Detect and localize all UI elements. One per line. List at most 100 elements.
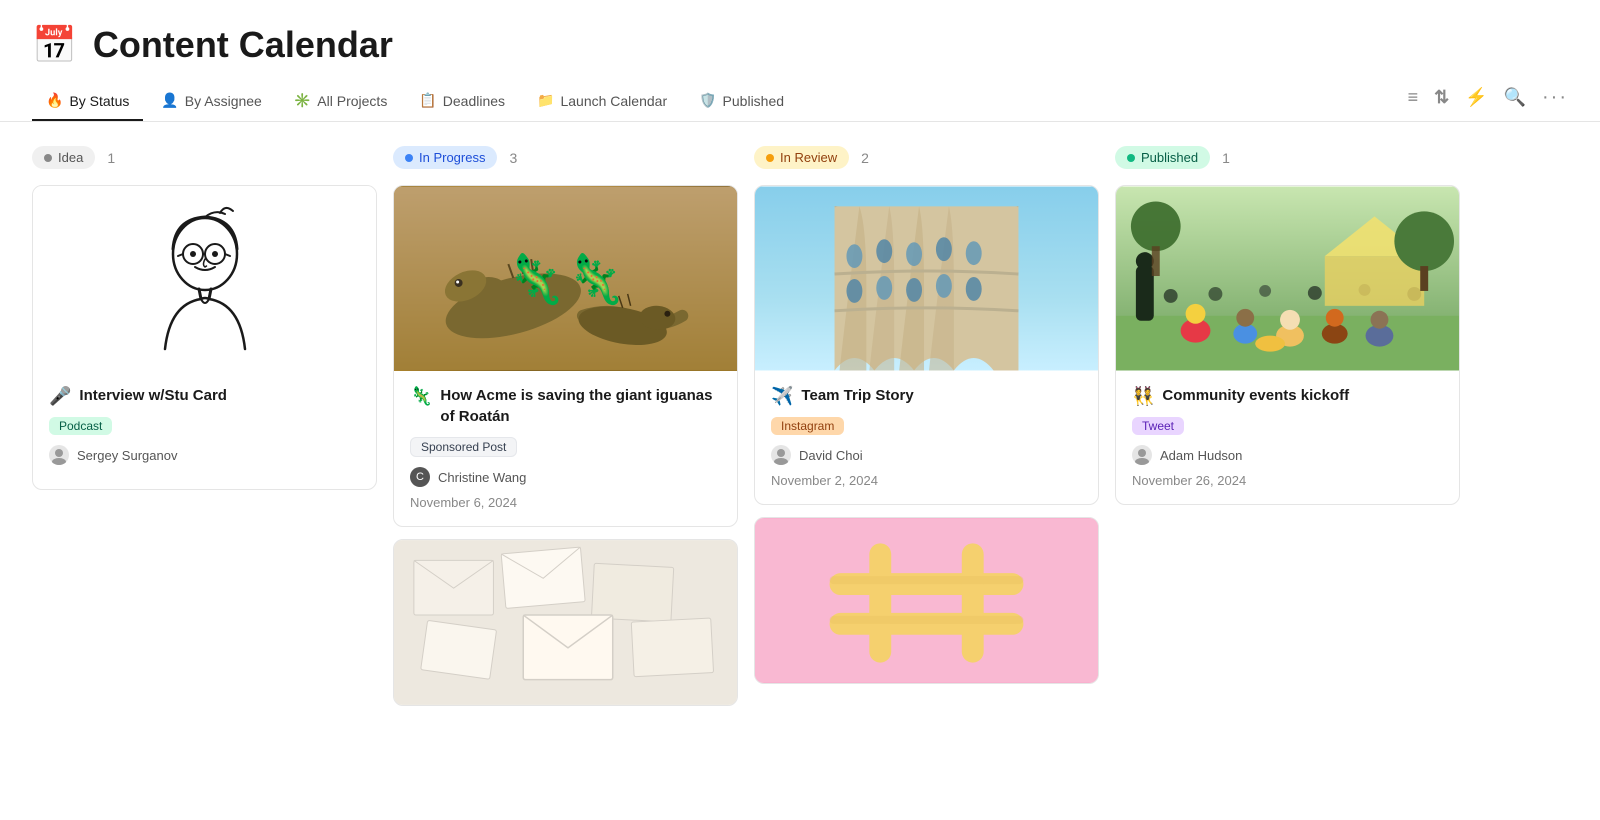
- tab-published[interactable]: 🛡️ Published: [685, 82, 798, 121]
- card-community[interactable]: 👯 Community events kickoff Tweet Adam Hu…: [1115, 185, 1460, 505]
- column-idea: Idea 1: [32, 146, 377, 718]
- card-title-row: 🎤 Interview w/Stu Card: [49, 385, 360, 407]
- tab-by-status-label: By Status: [69, 93, 129, 109]
- column-header-published: Published 1: [1115, 146, 1460, 169]
- dot-inreview: [766, 154, 774, 162]
- card-envelopes[interactable]: [393, 539, 738, 706]
- status-badge-inreview: In Review: [754, 146, 849, 169]
- author-christine: Christine Wang: [438, 470, 526, 485]
- tab-deadlines-label: Deadlines: [443, 93, 505, 109]
- status-badge-published: Published: [1115, 146, 1210, 169]
- avatar-icon: [49, 445, 69, 465]
- card-date-iguanas: November 6, 2024: [410, 495, 721, 510]
- tab-published-label: Published: [723, 93, 785, 109]
- column-inprogress-label: In Progress: [419, 150, 485, 165]
- avatar-icon-adam: [1132, 445, 1152, 465]
- avatar-sergey: [49, 445, 69, 465]
- more-options-icon[interactable]: ···: [1542, 86, 1568, 109]
- card-meta-community: Adam Hudson: [1132, 445, 1443, 465]
- card-date-team-trip: November 2, 2024: [771, 473, 1082, 488]
- card-team-trip[interactable]: ✈️ Team Trip Story Instagram David Choi: [754, 185, 1099, 505]
- nav-tabs: 🔥 By Status 👤 By Assignee ✳️ All Project…: [0, 82, 1600, 122]
- card-tag-instagram: Instagram: [771, 417, 844, 435]
- column-inreview-count: 2: [861, 150, 869, 166]
- dot-inprogress: [405, 154, 413, 162]
- iguanas-svg: [394, 186, 737, 371]
- plane-icon: ✈️: [771, 386, 793, 407]
- status-badge-idea: Idea: [32, 146, 95, 169]
- author-sergey: Sergey Surganov: [77, 448, 177, 463]
- tab-all-projects-label: All Projects: [317, 93, 387, 109]
- card-meta-iguanas: C Christine Wang: [410, 467, 721, 487]
- page-header: 📅 Content Calendar: [0, 0, 1600, 66]
- tab-by-assignee-label: By Assignee: [185, 93, 262, 109]
- filter-icon[interactable]: ≡: [1408, 87, 1419, 108]
- card-meta-team-trip: David Choi: [771, 445, 1082, 465]
- card-title-row-team-trip: ✈️ Team Trip Story: [771, 385, 1082, 407]
- people-icon: 👯: [1132, 386, 1154, 407]
- card-title-iguanas: How Acme is saving the giant iguanas of …: [440, 385, 721, 427]
- card-title-row-community: 👯 Community events kickoff: [1132, 385, 1443, 407]
- person-svg: [105, 189, 305, 369]
- card-body-community: 👯 Community events kickoff Tweet Adam Hu…: [1116, 371, 1459, 504]
- search-icon[interactable]: 🔍: [1504, 87, 1526, 108]
- person-icon: 👤: [161, 92, 178, 109]
- card-iguanas[interactable]: 🦎 How Acme is saving the giant iguanas o…: [393, 185, 738, 527]
- card-body-interview: 🎤 Interview w/Stu Card Podcast Sergey Su…: [33, 371, 376, 489]
- folder-icon: 📁: [537, 92, 554, 109]
- check-shield-icon: 🛡️: [699, 92, 716, 109]
- tab-by-status[interactable]: 🔥 By Status: [32, 82, 143, 121]
- card-title-row-iguanas: 🦎 How Acme is saving the giant iguanas o…: [410, 385, 721, 427]
- card-body-team-trip: ✈️ Team Trip Story Instagram David Choi: [755, 371, 1098, 504]
- fire-icon: 🔥: [46, 92, 63, 109]
- table-icon: 📋: [419, 92, 436, 109]
- card-illustration: [33, 186, 376, 371]
- festival-svg: [1116, 186, 1459, 371]
- author-david: David Choi: [799, 448, 863, 463]
- building-svg: [755, 186, 1098, 371]
- avatar-adam: [1132, 445, 1152, 465]
- card-tag-tweet: Tweet: [1132, 417, 1184, 435]
- sort-icon[interactable]: ⇅: [1434, 87, 1449, 108]
- column-header-inprogress: In Progress 3: [393, 146, 738, 169]
- hashtag-svg: [755, 518, 1098, 683]
- column-in-review: In Review 2: [754, 146, 1099, 718]
- mic-icon: 🎤: [49, 386, 71, 407]
- iguana-icon: 🦎: [410, 386, 432, 407]
- asterisk-icon: ✳️: [294, 92, 311, 109]
- lightning-icon[interactable]: ⚡: [1465, 87, 1487, 108]
- nav-right-toolbar: ≡ ⇅ ⚡ 🔍 ···: [1408, 86, 1568, 117]
- dot-idea: [44, 154, 52, 162]
- tab-all-projects[interactable]: ✳️ All Projects: [280, 82, 401, 121]
- card-image-iguanas: [394, 186, 737, 371]
- calendar-icon: 📅: [32, 24, 77, 66]
- tab-by-assignee[interactable]: 👤 By Assignee: [147, 82, 276, 121]
- column-header-idea: Idea 1: [32, 146, 377, 169]
- card-body-iguanas: 🦎 How Acme is saving the giant iguanas o…: [394, 371, 737, 526]
- card-title-interview: Interview w/Stu Card: [79, 385, 227, 406]
- card-interview[interactable]: 🎤 Interview w/Stu Card Podcast Sergey Su…: [32, 185, 377, 490]
- avatar-icon-david: [771, 445, 791, 465]
- column-published: Published 1: [1115, 146, 1460, 718]
- tab-launch-calendar-label: Launch Calendar: [560, 93, 667, 109]
- column-inreview-label: In Review: [780, 150, 837, 165]
- card-tag-sponsored: Sponsored Post: [410, 437, 517, 457]
- app-container: 📅 Content Calendar 🔥 By Status 👤 By Assi…: [0, 0, 1600, 820]
- dot-published: [1127, 154, 1135, 162]
- column-header-inreview: In Review 2: [754, 146, 1099, 169]
- card-hashtag[interactable]: [754, 517, 1099, 684]
- column-idea-label: Idea: [58, 150, 83, 165]
- card-tag-podcast: Podcast: [49, 417, 112, 435]
- column-published-label: Published: [1141, 150, 1198, 165]
- column-published-count: 1: [1222, 150, 1230, 166]
- page-title: Content Calendar: [93, 24, 393, 66]
- card-date-community: November 26, 2024: [1132, 473, 1443, 488]
- tab-deadlines[interactable]: 📋 Deadlines: [405, 82, 519, 121]
- card-meta-interview: Sergey Surganov: [49, 445, 360, 465]
- envelopes-svg: [394, 540, 737, 705]
- column-inprogress-count: 3: [509, 150, 517, 166]
- tab-launch-calendar[interactable]: 📁 Launch Calendar: [523, 82, 681, 121]
- kanban-board: Idea 1: [0, 122, 1600, 742]
- column-in-progress: In Progress 3: [393, 146, 738, 718]
- card-title-community: Community events kickoff: [1162, 385, 1349, 406]
